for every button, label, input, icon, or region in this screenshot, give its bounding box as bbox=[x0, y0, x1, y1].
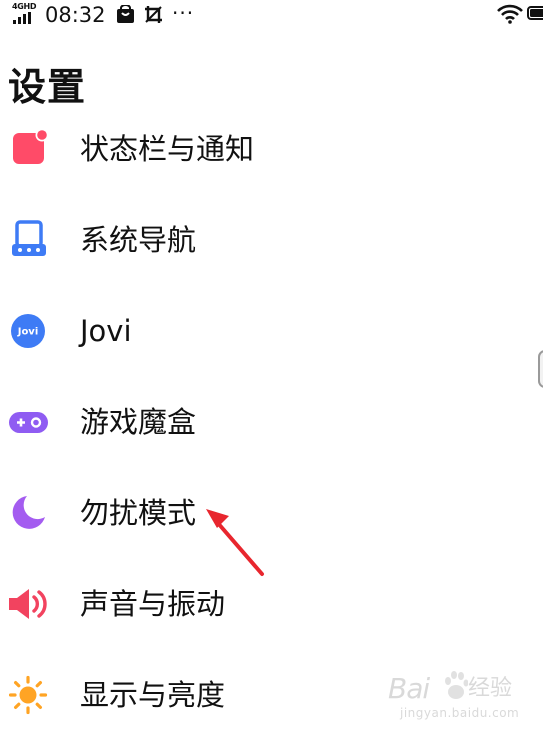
side-edge-handle[interactable] bbox=[538, 350, 543, 388]
setting-label-status-bar-notifications: 状态栏与通知 bbox=[80, 132, 255, 166]
jovi-logo-text: Jovi bbox=[17, 327, 39, 338]
settings-list: 状态栏与通知 系统导航 Jovi Jovi 游戏魔盒 勿扰模式 声音与振动 显示… bbox=[0, 0, 543, 731]
jovi-logo-icon: Jovi bbox=[9, 311, 49, 351]
speaker-icon bbox=[9, 584, 49, 624]
notification-square-icon bbox=[9, 129, 49, 169]
moon-icon bbox=[9, 493, 49, 533]
setting-label-display-brightness: 显示与亮度 bbox=[80, 678, 226, 712]
gamepad-icon bbox=[9, 402, 49, 442]
setting-item-game-box[interactable]: 游戏魔盒 bbox=[0, 386, 535, 458]
watermark-domain-text: jingyan.baidu.com bbox=[400, 706, 520, 720]
setting-label-do-not-disturb: 勿扰模式 bbox=[80, 496, 197, 530]
setting-item-system-navigation[interactable]: 系统导航 bbox=[0, 204, 535, 276]
setting-label-system-navigation: 系统导航 bbox=[80, 223, 197, 257]
paw-logo-icon bbox=[445, 671, 468, 699]
setting-label-sound-vibration: 声音与振动 bbox=[80, 587, 226, 621]
annotation-arrow-icon bbox=[206, 509, 264, 576]
setting-item-status-bar-notifications[interactable]: 状态栏与通知 bbox=[0, 113, 535, 185]
baidu-jingyan-watermark: Bai 经验 jingyan.baidu.com bbox=[388, 666, 538, 726]
watermark-product-text: 经验 bbox=[468, 676, 513, 701]
settings-screen: 4GHD 08:32 ··· 设置 状态栏与通知 系统导航 Jovi Jovi … bbox=[0, 0, 543, 731]
watermark-brand-text: Bai bbox=[388, 672, 430, 705]
setting-label-game-box: 游戏魔盒 bbox=[80, 405, 197, 439]
setting-item-jovi[interactable]: Jovi Jovi bbox=[0, 295, 535, 367]
setting-label-jovi: Jovi bbox=[80, 314, 132, 348]
navigation-phone-icon bbox=[9, 220, 49, 260]
sun-icon bbox=[9, 675, 49, 715]
